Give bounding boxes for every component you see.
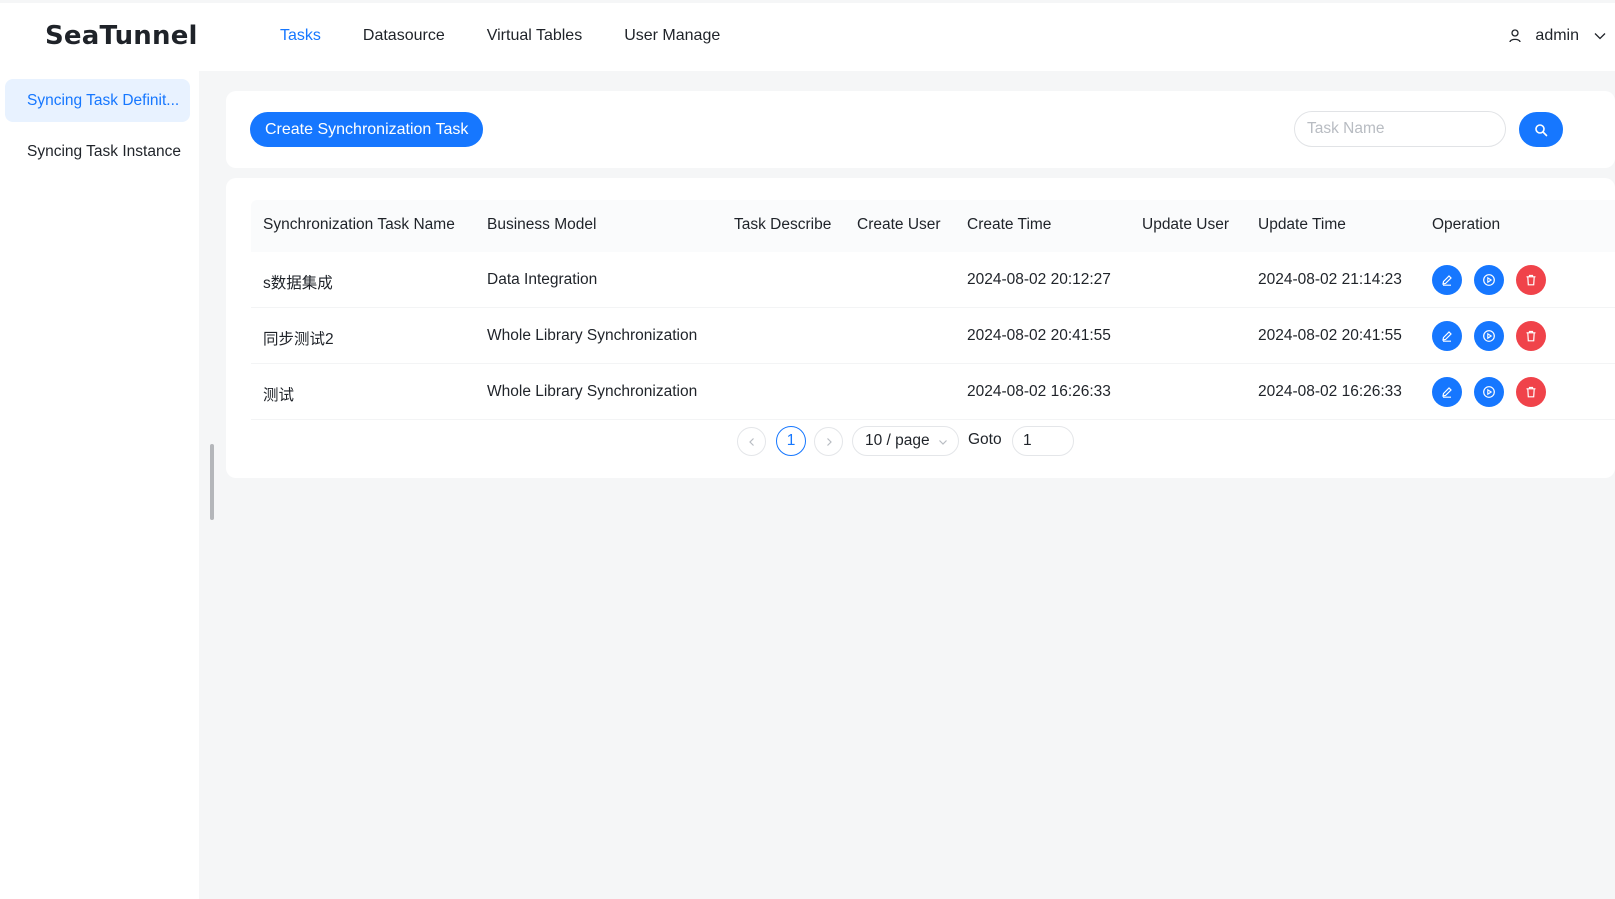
page-size-select[interactable]: 10 / page xyxy=(852,426,959,456)
chevron-down-icon xyxy=(938,437,948,447)
person-icon xyxy=(1507,28,1523,44)
col-task-describe: Task Describe xyxy=(734,216,831,234)
col-task-name: Synchronization Task Name xyxy=(263,216,455,234)
user-menu[interactable]: admin xyxy=(1507,27,1607,45)
table-row: 测试 Whole Library Synchronization 2024-08… xyxy=(251,364,1615,420)
goto-label: Goto xyxy=(968,431,1002,449)
table-header: Synchronization Task Name Business Model… xyxy=(251,200,1615,252)
sidebar-scrollbar[interactable] xyxy=(210,444,214,520)
chevron-right-icon xyxy=(824,437,834,447)
task-name-cell: 同步测试2 xyxy=(263,327,334,349)
nav-datasource[interactable]: Datasource xyxy=(363,27,445,45)
goto-page-input[interactable] xyxy=(1012,426,1074,456)
page-size-value: 10 / page xyxy=(865,432,930,449)
table-row: 同步测试2 Whole Library Synchronization 2024… xyxy=(251,308,1615,364)
next-page-button[interactable] xyxy=(814,427,843,456)
run-button[interactable] xyxy=(1474,321,1504,351)
nav-user-manage[interactable]: User Manage xyxy=(624,27,720,45)
create-time-cell: 2024-08-02 20:41:55 xyxy=(967,327,1111,345)
delete-icon xyxy=(1524,385,1538,399)
business-model-cell: Whole Library Synchronization xyxy=(487,327,697,345)
table-row: s数据集成 Data Integration 2024-08-02 20:12:… xyxy=(251,252,1615,308)
edit-icon xyxy=(1440,385,1454,399)
user-name: admin xyxy=(1535,27,1579,45)
create-time-cell: 2024-08-02 16:26:33 xyxy=(967,383,1111,401)
play-icon xyxy=(1482,273,1496,287)
nav-virtual-tables[interactable]: Virtual Tables xyxy=(487,27,582,45)
delete-icon xyxy=(1524,273,1538,287)
task-name-cell: s数据集成 xyxy=(263,271,333,293)
business-model-cell: Data Integration xyxy=(487,271,597,289)
prev-page-button[interactable] xyxy=(737,427,766,456)
edit-icon xyxy=(1440,273,1454,287)
delete-icon xyxy=(1524,329,1538,343)
col-update-time: Update Time xyxy=(1258,216,1346,234)
sidebar-item-task-definition[interactable]: Syncing Task Definit... xyxy=(5,79,190,122)
search-button[interactable] xyxy=(1519,112,1563,147)
task-name-search-input[interactable] xyxy=(1294,111,1506,147)
toolbar-card: Create Synchronization Task xyxy=(226,91,1615,168)
top-header: SeaTunnel Tasks Datasource Virtual Table… xyxy=(0,3,1615,71)
task-table: Synchronization Task Name Business Model… xyxy=(251,200,1615,420)
delete-button[interactable] xyxy=(1516,265,1546,295)
col-create-user: Create User xyxy=(857,216,941,234)
run-button[interactable] xyxy=(1474,265,1504,295)
task-name-cell: 测试 xyxy=(263,383,294,405)
col-business-model: Business Model xyxy=(487,216,596,234)
delete-button[interactable] xyxy=(1516,321,1546,351)
task-table-card: Synchronization Task Name Business Model… xyxy=(226,178,1615,478)
col-update-user: Update User xyxy=(1142,216,1229,234)
nav-tasks[interactable]: Tasks xyxy=(280,27,321,45)
app-logo: SeaTunnel xyxy=(45,21,198,51)
run-button[interactable] xyxy=(1474,377,1504,407)
update-time-cell: 2024-08-02 20:41:55 xyxy=(1258,327,1402,345)
delete-button[interactable] xyxy=(1516,377,1546,407)
main-nav: Tasks Datasource Virtual Tables User Man… xyxy=(280,27,762,45)
play-icon xyxy=(1482,329,1496,343)
col-operation: Operation xyxy=(1432,216,1500,234)
play-icon xyxy=(1482,385,1496,399)
sidebar-item-task-instance[interactable]: Syncing Task Instance xyxy=(5,130,190,173)
page-number[interactable]: 1 xyxy=(776,426,806,456)
col-create-time: Create Time xyxy=(967,216,1051,234)
edit-icon xyxy=(1440,329,1454,343)
update-time-cell: 2024-08-02 16:26:33 xyxy=(1258,383,1402,401)
create-time-cell: 2024-08-02 20:12:27 xyxy=(967,271,1111,289)
pagination: 1 10 / page Goto xyxy=(226,426,1615,458)
business-model-cell: Whole Library Synchronization xyxy=(487,383,697,401)
create-task-button[interactable]: Create Synchronization Task xyxy=(250,112,483,147)
edit-button[interactable] xyxy=(1432,265,1462,295)
search-icon xyxy=(1534,123,1548,137)
update-time-cell: 2024-08-02 21:14:23 xyxy=(1258,271,1402,289)
sidebar: Syncing Task Definit... Syncing Task Ins… xyxy=(0,71,199,899)
edit-button[interactable] xyxy=(1432,377,1462,407)
edit-button[interactable] xyxy=(1432,321,1462,351)
chevron-down-icon[interactable] xyxy=(1593,29,1607,43)
chevron-left-icon xyxy=(747,437,757,447)
